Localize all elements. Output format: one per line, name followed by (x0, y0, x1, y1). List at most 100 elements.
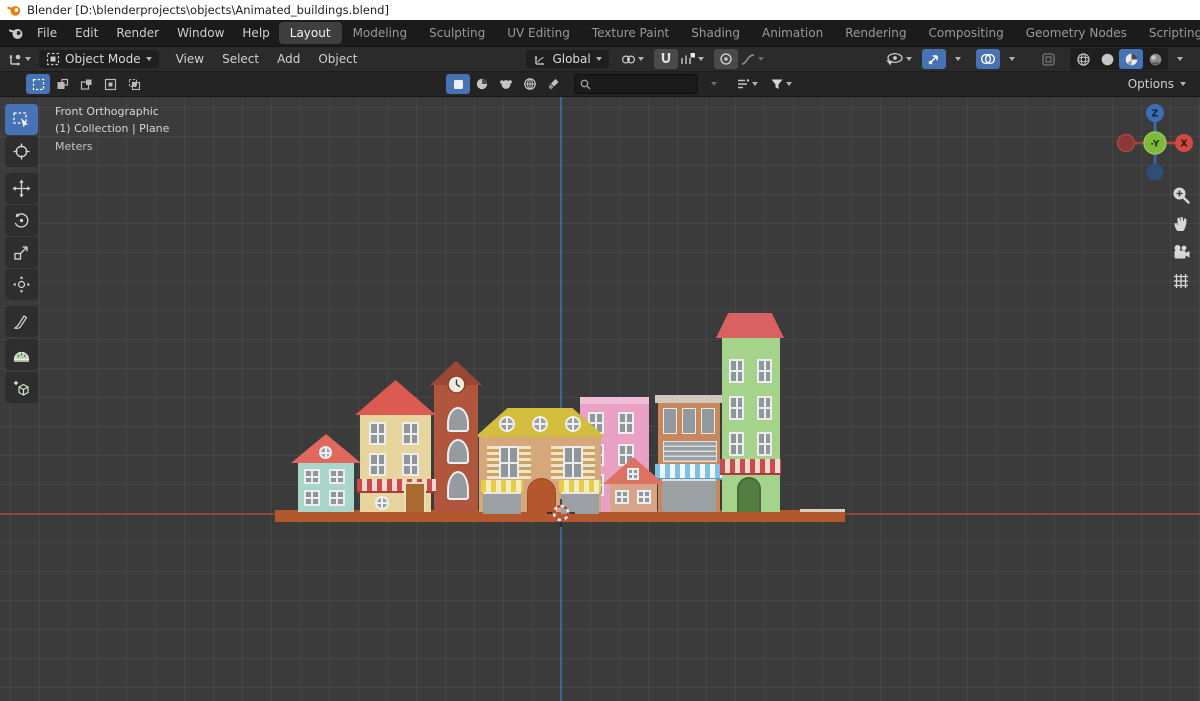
proportional-editing-button[interactable] (713, 49, 738, 69)
search-field[interactable] (574, 74, 698, 94)
search-input[interactable] (595, 77, 685, 91)
building-small-cottage[interactable] (603, 457, 664, 512)
building-green-tower[interactable] (716, 313, 784, 512)
building-window (757, 432, 772, 456)
building-window (402, 453, 419, 476)
workspace-tab-shading[interactable]: Shading (680, 22, 751, 44)
tool-move[interactable] (5, 173, 38, 204)
proportional-falloff-button[interactable] (738, 49, 766, 69)
workspace-tab-scripting[interactable]: Scripting (1138, 22, 1200, 44)
building-cream-townhouse[interactable] (355, 380, 436, 512)
building-window (369, 453, 386, 476)
select-mode-intersect-button[interactable] (122, 74, 146, 94)
tool-add-primitive[interactable] (5, 372, 38, 403)
filter-sphere-icon-button[interactable] (470, 74, 494, 94)
collapsed-dropdown[interactable] (702, 74, 726, 94)
show-gizmo-button[interactable] (922, 49, 946, 69)
gizmo-neg-z-axis (1146, 163, 1164, 181)
workspace-tab-uv-editing[interactable]: UV Editing (496, 22, 581, 44)
shading-material-preview-button[interactable] (1119, 49, 1143, 69)
workspace-tab-rendering[interactable]: Rendering (834, 22, 917, 44)
building-window (618, 412, 634, 434)
shop-sign (663, 441, 717, 462)
3d-viewport[interactable]: Front Orthographic (1) Collection | Plan… (0, 97, 1200, 701)
select-mode-invert-button[interactable] (98, 74, 122, 94)
camera-view-button[interactable] (1169, 240, 1193, 264)
building-window (757, 359, 772, 383)
workspace-tab-texture-paint[interactable]: Texture Paint (581, 22, 680, 44)
menu-object[interactable]: Object (309, 49, 366, 69)
mode-label: Object Mode (65, 52, 141, 66)
filter-type-dropdown[interactable] (734, 74, 760, 94)
shading-rendered-button[interactable] (1143, 49, 1167, 69)
cornice (655, 395, 722, 403)
tool-measure[interactable] (5, 339, 38, 370)
tool-rotate[interactable] (5, 205, 38, 236)
tool-select-box[interactable] (5, 104, 38, 135)
filter-globe-icon-button[interactable] (518, 74, 542, 94)
3d-cursor (546, 498, 576, 528)
tool-cursor[interactable] (5, 136, 38, 167)
building-corner-shop[interactable] (655, 395, 722, 512)
gable-round-window (319, 446, 332, 459)
show-object-types-button[interactable] (882, 49, 914, 69)
menu-window[interactable]: Window (168, 23, 233, 43)
tool-transform[interactable] (5, 269, 38, 300)
mode-selector[interactable]: Object Mode (39, 50, 159, 68)
filter-box-icon-button[interactable] (446, 74, 470, 94)
workspace-tab-sculpting[interactable]: Sculpting (418, 22, 496, 44)
select-mode-extend-button[interactable] (50, 74, 74, 94)
workspace-tab-geometry-nodes[interactable]: Geometry Nodes (1015, 22, 1138, 44)
filter-funnel-dropdown[interactable] (768, 74, 794, 94)
workspace-tab-modeling[interactable]: Modeling (342, 22, 419, 44)
building-window (701, 408, 715, 434)
menu-render[interactable]: Render (107, 23, 168, 43)
navigation-gizmo[interactable]: Z X -Y (1113, 101, 1197, 185)
building-window (663, 408, 677, 434)
zoom-button[interactable] (1169, 183, 1193, 207)
workspace-tab-animation[interactable]: Animation (751, 22, 834, 44)
menu-view[interactable]: View (167, 49, 213, 69)
tool-annotate[interactable] (5, 306, 38, 337)
shading-mode-group (1070, 48, 1168, 70)
tool-scale[interactable] (5, 237, 38, 268)
toggle-xray-button[interactable] (1036, 49, 1060, 69)
transform-orientation-selector[interactable]: Global (526, 50, 609, 68)
snap-target-button[interactable] (678, 49, 706, 69)
shading-wireframe-button[interactable] (1071, 49, 1095, 69)
arched-window (447, 407, 469, 432)
filter-monkey-icon-button[interactable] (494, 74, 518, 94)
building-window (304, 490, 320, 506)
menu-help[interactable]: Help (233, 23, 278, 43)
select-mode-subtract-button[interactable] (74, 74, 98, 94)
menu-add[interactable]: Add (268, 49, 309, 69)
menu-file[interactable]: File (28, 23, 66, 43)
building-window (757, 396, 772, 420)
filter-brush-icon-button[interactable] (542, 74, 566, 94)
building-clock-tower[interactable] (430, 361, 482, 512)
app-menu-icon[interactable] (8, 25, 24, 41)
options-dropdown[interactable]: Options (1126, 74, 1188, 94)
building-window (615, 490, 629, 504)
toggle-grid-button[interactable] (1169, 269, 1193, 293)
building-teal-cottage[interactable] (291, 434, 361, 512)
workspace-tab-layout[interactable]: Layout (278, 22, 342, 44)
pivot-point-button[interactable] (619, 49, 646, 69)
menu-select[interactable]: Select (213, 49, 268, 69)
select-mode-set-button[interactable] (26, 74, 50, 94)
building-bakery[interactable] (475, 408, 605, 514)
overlays-dropdown[interactable] (1000, 49, 1024, 69)
gable-window (627, 468, 639, 480)
snap-toggle-button[interactable] (653, 49, 678, 69)
shading-dropdown[interactable] (1168, 49, 1192, 69)
viewport-header: Object Mode View Select Add Object Globa… (0, 47, 1200, 72)
workspace-tab-compositing[interactable]: Compositing (917, 22, 1014, 44)
arched-window (447, 439, 469, 464)
gizmo-dropdown[interactable] (946, 49, 970, 69)
show-overlays-button[interactable] (976, 49, 1000, 69)
pan-hand-button[interactable] (1169, 211, 1193, 235)
arched-door (737, 477, 761, 512)
shading-solid-button[interactable] (1095, 49, 1119, 69)
editor-type-button[interactable] (6, 49, 33, 69)
menu-edit[interactable]: Edit (66, 23, 107, 43)
